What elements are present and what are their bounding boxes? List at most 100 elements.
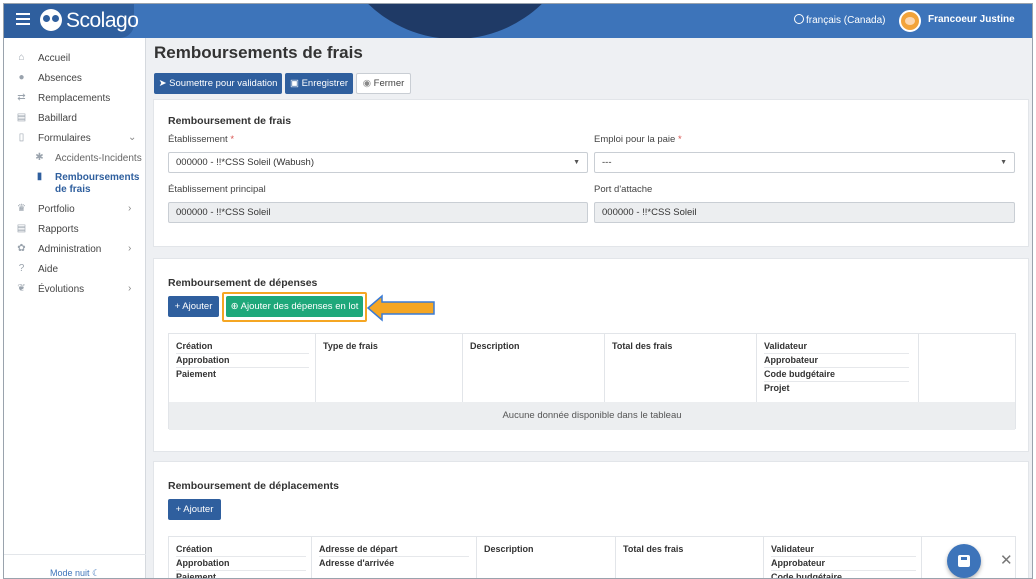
close-label: Fermer	[373, 78, 405, 89]
chevron-right-icon: ›	[128, 243, 132, 254]
col-header-addresses: Adresse de départ Adresse d'arrivée	[319, 543, 469, 570]
required-marker: *	[230, 134, 235, 145]
save-icon	[958, 555, 970, 567]
header-paiement: Paiement	[176, 572, 217, 579]
sidebar-item-label: Rapports	[38, 224, 79, 235]
user-icon: ●	[18, 72, 25, 83]
header-paiement: Paiement	[176, 369, 217, 379]
close-icon[interactable]: ✕	[1000, 551, 1013, 569]
sidebar-item-remboursements[interactable]: ▮ Remboursements de frais	[4, 169, 146, 196]
divider	[918, 334, 919, 402]
avatar[interactable]	[899, 10, 921, 32]
header-validateur: Validateur	[764, 340, 909, 354]
sidebar-item-label: Accueil	[38, 53, 71, 64]
header-creation: Création	[176, 340, 309, 354]
add-expense-button[interactable]: + Ajouter	[168, 296, 219, 317]
col-header-description: Description	[484, 544, 534, 554]
header-creation: Création	[176, 543, 306, 557]
top-bar: Scolago français (Canada) Francoeur Just…	[4, 4, 1032, 38]
board-icon: ▤	[16, 112, 27, 123]
header-adresse-arrivee: Adresse d'arrivée	[319, 558, 395, 568]
col-header-validation: Validateur Approbateur Code budgétaire P…	[764, 340, 909, 395]
sidebar-item-portfolio[interactable]: ♛ Portfolio ›	[4, 201, 146, 219]
trophy-icon: ♛	[17, 203, 26, 214]
col-header-type: Type de frais	[323, 341, 378, 351]
etablissement-value: 000000 - !!*CSS Soleil (Wabush)	[176, 157, 314, 168]
submit-button[interactable]: ➤ Soumettre pour validation	[154, 73, 282, 94]
sidebar-item-label: Absences	[38, 73, 82, 84]
header-validateur: Validateur	[771, 543, 916, 557]
header-approbateur: Approbateur	[764, 354, 909, 368]
col-header-dates: Création Approbation Paiement	[176, 543, 306, 579]
sprout-icon: ❦	[17, 283, 26, 294]
divider	[311, 537, 312, 578]
sidebar-item-absences[interactable]: ● Absences	[4, 70, 146, 88]
emploi-select[interactable]: --- ▼	[594, 152, 1015, 173]
menu-icon[interactable]	[16, 13, 30, 27]
sidebar-item-accidents[interactable]: ✱ Accidents-Incidents	[4, 150, 146, 168]
sidebar-item-rapports[interactable]: ▤ Rapports	[4, 221, 146, 239]
divider	[315, 334, 316, 402]
divider	[4, 554, 146, 555]
etablissement-select[interactable]: 000000 - !!*CSS Soleil (Wabush) ▼	[168, 152, 588, 173]
sidebar-item-administration[interactable]: ✿ Administration ›	[4, 241, 146, 259]
brand-name[interactable]: Scolago	[66, 9, 139, 33]
home-icon: ⌂	[18, 52, 25, 63]
required-marker: *	[677, 134, 682, 145]
sidebar-item-label: Accidents-Incidents	[55, 153, 142, 164]
header-code-budgetaire: Code budgétaire	[764, 368, 909, 382]
col-header-total: Total des frais	[623, 544, 684, 554]
divider	[462, 334, 463, 402]
floating-save-button[interactable]	[947, 544, 981, 578]
section-title: Remboursement de dépenses	[168, 277, 318, 289]
night-mode-label: Mode nuit	[50, 568, 90, 578]
section-title: Remboursement de frais	[168, 115, 292, 127]
chevron-right-icon: ›	[128, 203, 132, 214]
header-approbation: Approbation	[176, 557, 306, 571]
sidebar-item-label: Administration	[38, 244, 102, 255]
sidebar-item-babillard[interactable]: ▤ Babillard	[4, 110, 146, 128]
moon-icon: ☾	[92, 568, 101, 578]
pointer-arrow-icon	[366, 294, 435, 322]
section-title: Remboursement de déplacements	[168, 480, 339, 492]
night-mode-toggle[interactable]: Mode nuit ☾	[50, 568, 101, 578]
document-icon: ▮	[36, 171, 43, 182]
brand-area: Scolago	[4, 4, 139, 38]
col-header-validation: Validateur Approbateur Code budgétaire	[771, 543, 916, 578]
chevron-down-icon: ⌄	[128, 132, 137, 143]
sidebar-item-evolutions[interactable]: ❦ Évolutions ›	[4, 281, 146, 299]
etablissement-label: Établissement *	[168, 134, 234, 145]
save-icon: ▣	[289, 78, 299, 89]
sidebar-item-accueil[interactable]: ⌂ Accueil	[4, 50, 146, 68]
emploi-value: ---	[602, 157, 612, 168]
report-icon: ▤	[16, 223, 27, 234]
col-header-dates: Création Approbation Paiement	[176, 340, 309, 381]
divider	[615, 537, 616, 578]
divider	[921, 537, 922, 578]
gear-icon: ✿	[17, 243, 26, 254]
language-selector[interactable]: français (Canada)	[794, 14, 885, 26]
user-name[interactable]: Francoeur Justine	[928, 14, 1015, 25]
sidebar-item-aide[interactable]: ? Aide	[4, 261, 146, 279]
submit-label: Soumettre pour validation	[169, 78, 278, 89]
sidebar-item-label: Babillard	[38, 113, 77, 124]
add-travel-button[interactable]: + Ajouter	[168, 499, 221, 520]
emploi-label-text: Emploi pour la paie	[594, 134, 676, 145]
expenses-table: Création Approbation Paiement Type de fr…	[168, 333, 1016, 430]
emploi-label: Emploi pour la paie *	[594, 134, 682, 145]
divider	[756, 334, 757, 402]
save-label: Enregistrer	[301, 78, 349, 89]
sidebar-item-formulaires[interactable]: ▯ Formulaires ⌄	[4, 130, 146, 148]
sidebar-item-label: Remplacements	[38, 93, 111, 104]
principal-label: Établissement principal	[168, 184, 266, 195]
principal-value: 000000 - !!*CSS Soleil	[176, 207, 271, 218]
expense-info-card: Remboursement de frais Établissement * 0…	[153, 99, 1029, 247]
close-button[interactable]: ◉ Fermer	[356, 73, 411, 94]
travel-card: Remboursement de déplacements + Ajouter …	[153, 461, 1029, 579]
header-approbation: Approbation	[176, 354, 309, 368]
caret-down-icon: ▼	[1000, 159, 1007, 166]
sidebar: ⌂ Accueil ● Absences ⇄ Remplacements ▤ Babil…	[4, 38, 146, 578]
divider	[604, 334, 605, 402]
save-button[interactable]: ▣ Enregistrer	[285, 73, 353, 94]
sidebar-item-remplacements[interactable]: ⇄ Remplacements	[4, 90, 146, 108]
